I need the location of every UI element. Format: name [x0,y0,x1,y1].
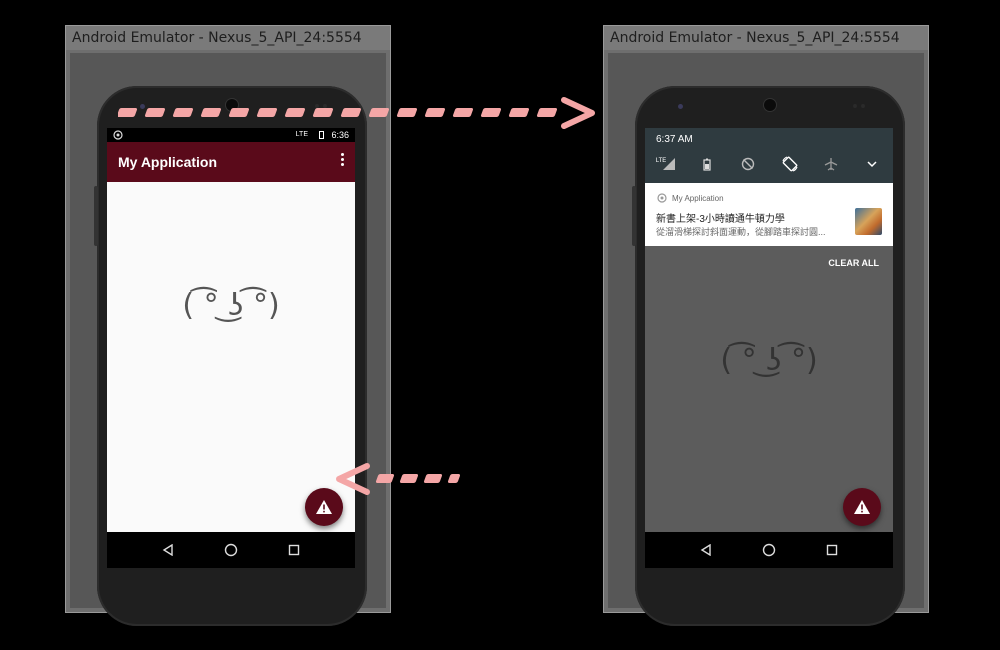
home-icon[interactable] [219,538,243,562]
warning-fab[interactable] [843,488,881,526]
app-title: My Application [118,154,218,170]
home-icon[interactable] [757,538,781,562]
notification-thumbnail [855,208,882,235]
app-notification-icon [657,193,667,203]
lte-label: LTE [655,157,667,164]
battery-icon[interactable] [696,153,718,175]
dnd-off-icon[interactable] [737,153,759,175]
notification-app-name: My Application [672,194,724,203]
phone-body: ( ͡° ͜ʖ ͡°) 6:37 AM LTE My Application 新… [632,86,905,626]
lenny-face-text: ( ͡° ͜ʖ ͡°) [720,343,818,378]
notification-text: 從溜滑梯探討斜面運動，從腳踏車探討圓... [656,227,826,237]
notification-card[interactable]: My Application 新書上架-3小時讀通牛頓力學 從溜滑梯探討斜面運動… [645,183,893,246]
navigation-bar [645,532,893,568]
notification-shade: 6:37 AM LTE [645,128,893,183]
phone-side-button [632,186,636,246]
expand-chevron-icon[interactable] [861,153,883,175]
phone-side-button [94,186,98,246]
emulator-frame: ( ͡° ͜ʖ ͡°) 6:37 AM LTE My Application 新… [608,53,924,626]
overflow-menu-icon[interactable] [339,153,345,169]
lenny-face-text: ( ͡° ͜ʖ ͡°) [182,288,280,323]
auto-rotate-icon[interactable] [779,153,801,175]
app-toolbar: My Application [107,142,355,182]
light-sensor [861,104,865,108]
quick-settings-row: LTE [655,153,883,175]
annotation-arrow-top [118,97,595,129]
recents-icon[interactable] [820,538,844,562]
back-icon[interactable] [694,538,718,562]
recents-icon[interactable] [282,538,306,562]
back-icon[interactable] [156,538,180,562]
phone-screen: LTE 6:36 My Application ( ͡° ͜ʖ ͡°) [107,128,355,568]
phone-body: LTE 6:36 My Application ( ͡° ͜ʖ ͡°) [94,86,367,626]
clear-all-button[interactable]: CLEAR ALL [828,258,879,268]
navigation-bar [107,532,355,568]
notification-title: 新書上架-3小時讀通牛頓力學 [656,214,785,225]
warning-icon [854,500,870,514]
front-sensor [678,104,683,109]
airplane-mode-icon[interactable] [820,153,842,175]
emulator-window-right: Android Emulator - Nexus_5_API_24:5554 (… [603,25,929,626]
annotation-arrow-bottom [336,463,461,495]
shade-time: 6:37 AM [656,134,693,145]
phone-screen: ( ͡° ͜ʖ ͡°) 6:37 AM LTE My Application 新… [645,128,893,568]
emulator-frame: LTE 6:36 My Application ( ͡° ͜ʖ ͡°) [70,53,386,626]
proximity-sensor [853,104,857,108]
window-title[interactable]: Android Emulator - Nexus_5_API_24:5554 [66,26,390,50]
window-title[interactable]: Android Emulator - Nexus_5_API_24:5554 [604,26,928,50]
battery-icon [319,131,324,139]
front-camera [764,99,776,111]
lte-signal-icon[interactable]: LTE [655,153,677,175]
warning-icon [316,500,332,514]
